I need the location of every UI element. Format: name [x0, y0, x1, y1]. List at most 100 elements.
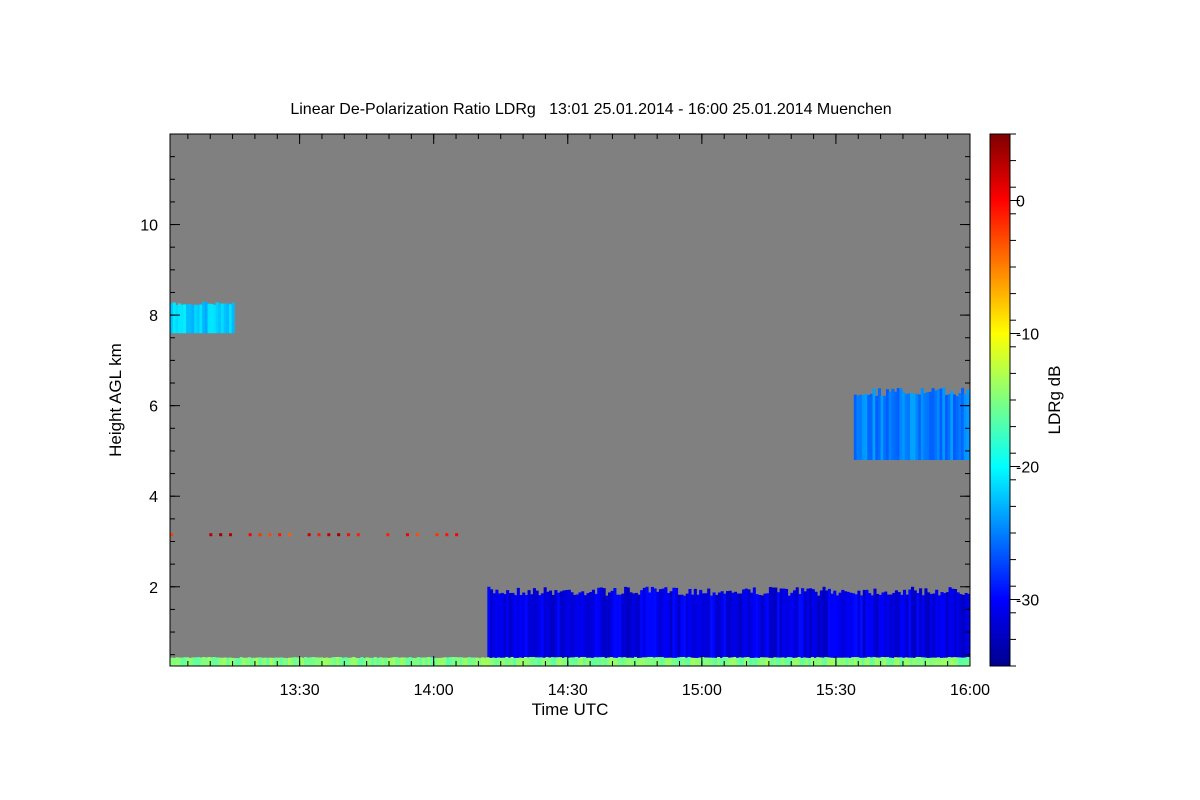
feature-column — [565, 590, 569, 662]
feature-column — [963, 657, 967, 666]
feature-column — [894, 590, 898, 662]
feature-column — [958, 657, 962, 666]
feature-column — [870, 595, 874, 662]
feature-column — [258, 657, 262, 666]
feature-column — [226, 303, 230, 334]
feature-column — [419, 657, 423, 666]
feature-column — [615, 657, 619, 666]
feature-column — [886, 594, 890, 662]
feature-column — [902, 391, 906, 460]
feature-column — [782, 588, 786, 662]
x-tick-label: 14:00 — [414, 682, 454, 699]
feature-column — [794, 657, 798, 666]
feature-column — [593, 657, 597, 666]
feature-column — [591, 589, 595, 662]
feature-column — [228, 304, 233, 334]
feature-column — [498, 593, 502, 662]
feature-column — [755, 594, 759, 662]
colorbar-tick-label: -30 — [1016, 593, 1039, 610]
feature-point — [445, 533, 449, 537]
feature-column — [180, 304, 184, 334]
feature-column — [435, 657, 439, 666]
feature-point — [287, 533, 291, 537]
feature-column — [384, 657, 388, 666]
feature-column — [522, 592, 526, 662]
feature-column — [792, 657, 796, 666]
feature-column — [966, 656, 970, 666]
feature-column — [907, 393, 911, 460]
feature-column — [738, 657, 742, 666]
feature-column — [186, 304, 190, 334]
feature-column — [833, 590, 837, 662]
feature-column — [795, 587, 799, 662]
feature-column — [467, 657, 471, 666]
feature-column — [935, 589, 939, 662]
feature-column — [861, 657, 865, 666]
feature-column — [199, 304, 203, 334]
feature-column — [958, 393, 962, 460]
feature-point — [317, 533, 321, 537]
feature-column — [892, 592, 896, 662]
feature-column — [663, 657, 667, 666]
feature-column — [698, 657, 702, 666]
feature-column — [897, 592, 901, 662]
feature-column — [896, 657, 900, 666]
feature-column — [355, 657, 359, 666]
colorbar-tick-label: -20 — [1016, 460, 1039, 477]
feature-column — [692, 657, 696, 666]
feature-column — [739, 593, 743, 662]
feature-column — [928, 657, 932, 666]
feature-column — [524, 594, 528, 662]
y-tick-label: 8 — [149, 308, 158, 325]
feature-column — [867, 395, 871, 460]
feature-column — [490, 589, 494, 662]
feature-column — [314, 657, 318, 666]
feature-column — [322, 657, 326, 666]
feature-column — [231, 302, 235, 334]
feature-column — [218, 303, 222, 334]
feature-column — [712, 592, 716, 662]
feature-column — [784, 588, 789, 662]
feature-point — [346, 533, 350, 537]
feature-column — [797, 657, 801, 666]
feature-column — [773, 657, 777, 666]
feature-column — [684, 657, 688, 666]
feature-column — [194, 304, 198, 334]
feature-column — [854, 594, 858, 662]
feature-column — [675, 587, 679, 662]
feature-column — [261, 657, 265, 666]
feature-column — [884, 591, 888, 662]
feature-column — [714, 657, 718, 666]
feature-column — [881, 592, 885, 662]
feature-column — [803, 591, 807, 662]
feature-column — [175, 304, 179, 334]
x-tick-label: 14:30 — [548, 682, 588, 699]
feature-column — [708, 657, 713, 666]
feature-column — [462, 657, 466, 666]
feature-column — [825, 590, 829, 662]
feature-column — [218, 657, 222, 666]
feature-column — [215, 657, 219, 666]
feature-column — [709, 595, 713, 662]
feature-column — [551, 594, 555, 662]
feature-column — [926, 392, 930, 460]
feature-column — [586, 593, 590, 662]
feature-column — [920, 388, 924, 460]
feature-column — [916, 592, 920, 662]
feature-column — [550, 657, 554, 666]
feature-column — [752, 587, 756, 662]
feature-column — [500, 592, 504, 662]
feature-column — [888, 657, 892, 666]
feature-column — [226, 657, 230, 666]
feature-column — [939, 657, 943, 666]
feature-column — [430, 657, 434, 666]
feature-column — [864, 393, 868, 460]
feature-column — [776, 657, 780, 666]
feature-column — [183, 657, 187, 666]
feature-column — [899, 657, 903, 666]
feature-column — [853, 394, 857, 460]
feature-column — [392, 657, 396, 666]
feature-column — [607, 657, 611, 666]
feature-column — [843, 591, 848, 662]
feature-column — [940, 592, 944, 662]
